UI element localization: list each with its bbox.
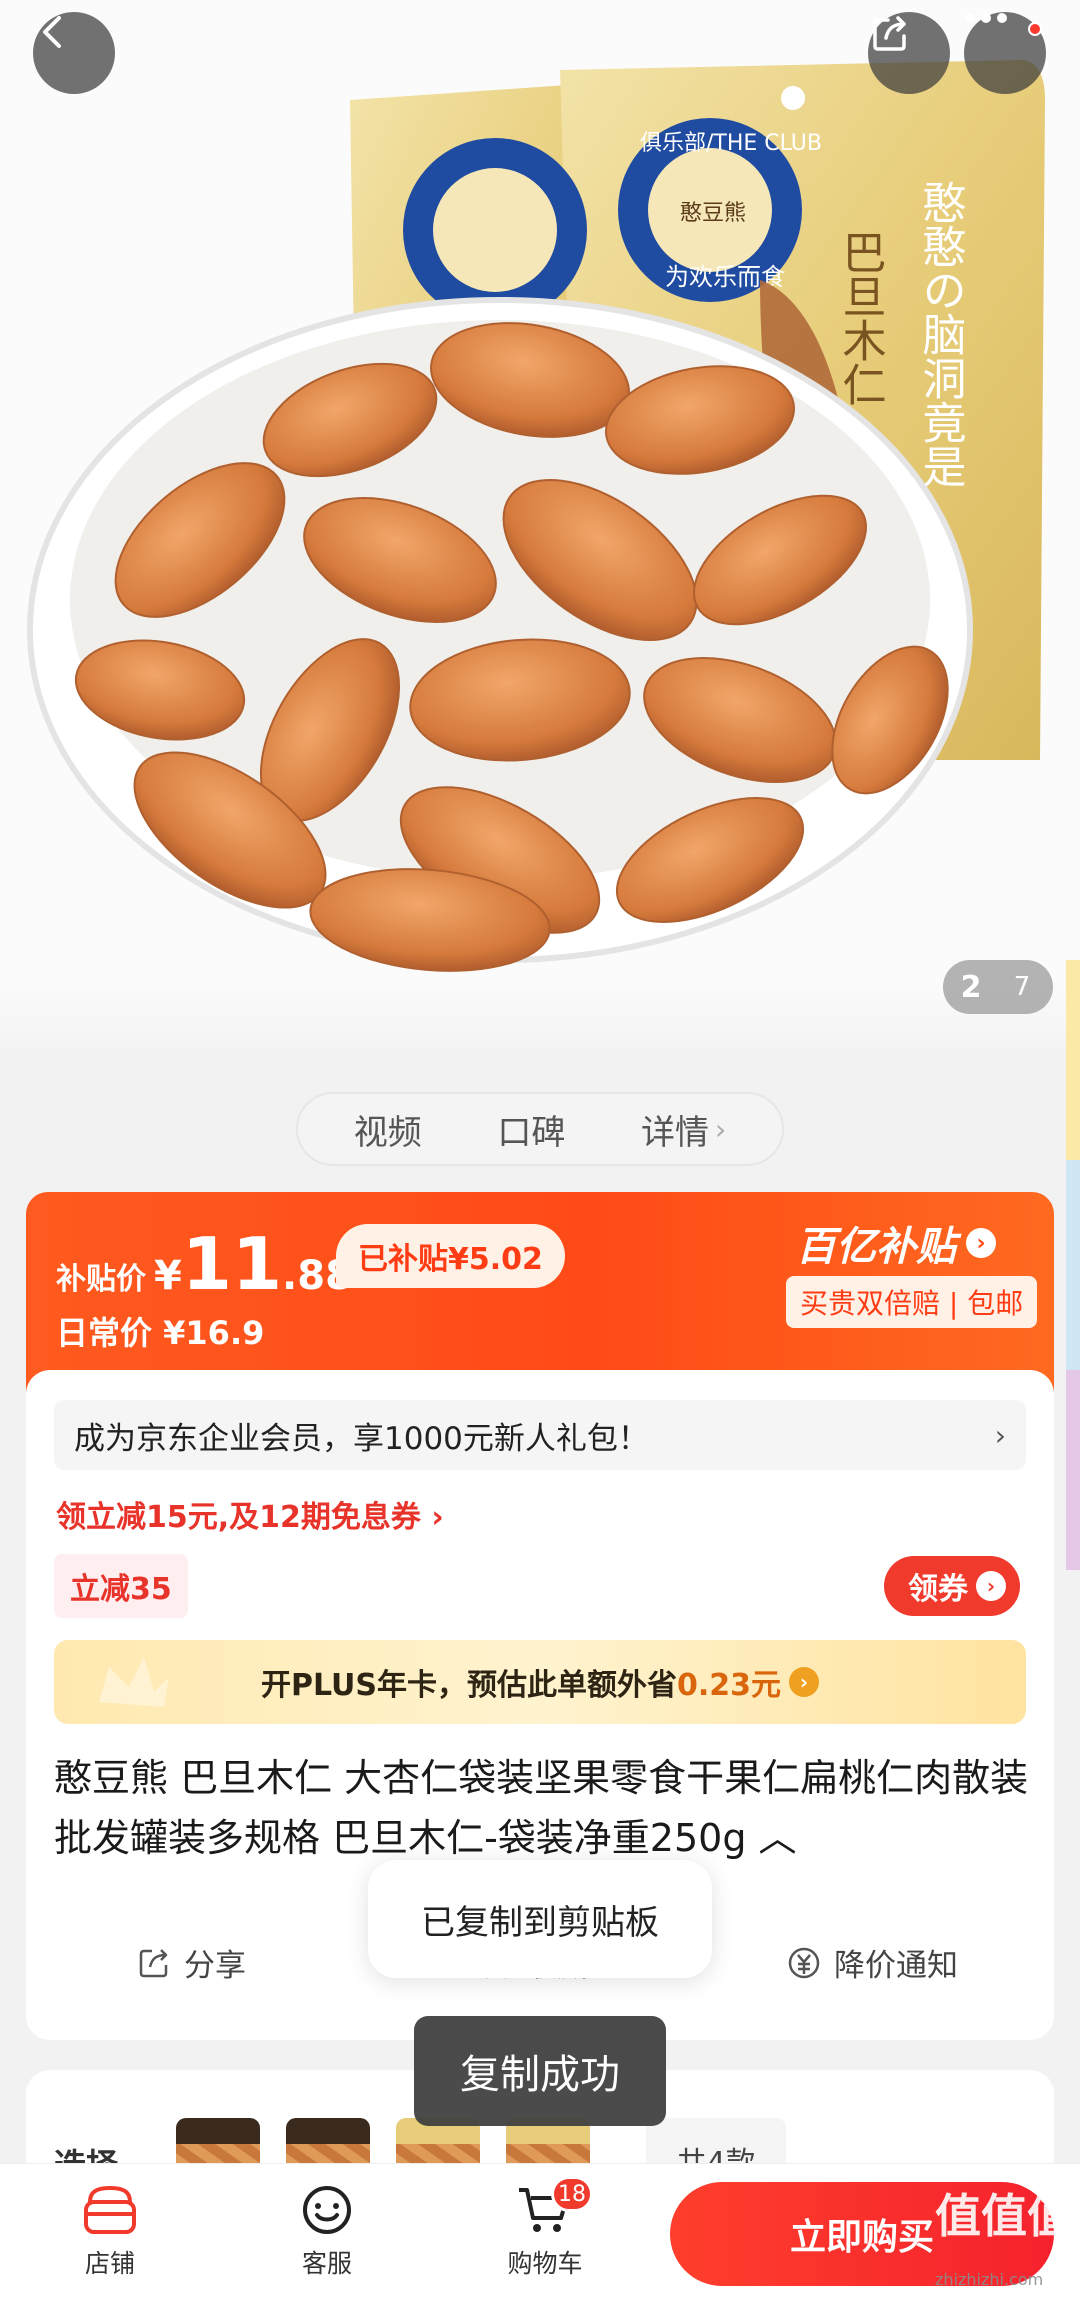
currency-symbol: ¥ — [154, 1253, 182, 1299]
customer-service-button[interactable]: 客服 — [257, 2184, 397, 2280]
chevron-right-icon: › — [789, 1667, 820, 1697]
bottom-action-bar: 店铺 客服 18 购物车 立即购买 — [0, 2163, 1080, 2303]
store-button[interactable]: 店铺 — [40, 2184, 180, 2280]
store-icon — [84, 2185, 136, 2234]
package-label-club: 俱乐部/THE CLUB — [640, 131, 822, 156]
side-strip-yellow — [1066, 960, 1080, 1160]
price-alert-action[interactable]: 降价通知 — [786, 1940, 958, 1985]
gallery-page-counter: 2 7 — [943, 960, 1053, 1014]
subsidy-price: 补贴价 ¥ 11 .88 — [56, 1228, 353, 1300]
customer-service-icon — [303, 2186, 351, 2234]
notification-dot — [1028, 22, 1042, 36]
coupon-offer-link[interactable]: 领立减15元,及12期免息券 › — [56, 1492, 444, 1536]
tab-details[interactable]: 详情 › — [641, 1105, 726, 1154]
enterprise-member-row[interactable]: 成为京东企业会员，享1000元新人礼包！ › — [54, 1400, 1026, 1470]
share-icon — [139, 1948, 168, 1977]
product-photo: 俱乐部/THE CLUB 为欢乐而食 憨豆熊 巴旦木仁 憨憨の脑洞竟是 — [27, 60, 1045, 972]
get-coupon-button[interactable]: 领券 › — [884, 1556, 1020, 1616]
package-label-name: 巴旦木仁 — [835, 230, 886, 406]
plus-crown-icon — [99, 1657, 169, 1707]
package-label-tagline: 憨憨の脑洞竟是 — [915, 180, 966, 488]
share-button[interactable] — [868, 12, 950, 94]
current-page: 2 — [960, 969, 982, 1005]
back-button[interactable] — [33, 12, 115, 94]
cart-button[interactable]: 18 购物车 — [475, 2176, 615, 2280]
subsidy-amount-tag: 已补贴¥5.02 — [336, 1224, 565, 1288]
product-title[interactable]: 憨豆熊 巴旦木仁 大杏仁袋装坚果零食干果仁扁桃仁肉散装批发罐装多规格 巴旦木仁-… — [54, 1748, 1034, 1868]
chevron-right-icon: › — [966, 1228, 996, 1258]
clipboard-toast: 已复制到剪贴板 — [368, 1860, 712, 1978]
side-strip-pink — [1066, 1370, 1080, 1570]
more-button[interactable] — [964, 12, 1046, 94]
watermark-site: zhizhizhi.com — [935, 2270, 1044, 2289]
content-tabs: 视频 口碑 详情 › — [296, 1092, 784, 1166]
chevron-right-icon: › — [994, 1418, 1006, 1452]
total-pages: 7 — [1013, 972, 1031, 1002]
product-image-gallery[interactable]: 俱乐部/THE CLUB 为欢乐而食 憨豆熊 巴旦木仁 憨憨の脑洞竟是 2 7 — [0, 0, 1080, 1060]
discount-tag: 立减35 — [54, 1554, 188, 1618]
side-strip-blue — [1066, 1160, 1080, 1370]
hero-fade — [0, 980, 1080, 1060]
billion-subsidy-guarantee: 买贵双倍赔 | 包邮 — [786, 1276, 1038, 1328]
price-integer: 11 — [181, 1222, 283, 1306]
package-label-brand: 憨豆熊 — [680, 201, 746, 226]
share-icon — [873, 16, 906, 51]
price-alert-icon — [788, 1947, 820, 1978]
plus-savings-amount: 0.23元 — [676, 1668, 782, 1703]
share-action[interactable]: 分享 — [136, 1940, 246, 1985]
subsidy-price-label: 补贴价 — [56, 1262, 146, 1297]
plus-membership-banner[interactable]: 开PLUS年卡，预估此单额外省 0.23元 › — [54, 1640, 1026, 1724]
tab-reviews[interactable]: 口碑 — [497, 1105, 565, 1154]
cart-count-badge: 18 — [551, 2176, 593, 2212]
enterprise-member-text: 成为京东企业会员，享1000元新人礼包！ — [74, 1420, 649, 1457]
chevron-right-icon: › — [976, 1571, 1006, 1601]
more-icon — [965, 13, 1007, 23]
billion-subsidy-logo[interactable]: 百亿补贴 › — [796, 1214, 996, 1272]
tab-video[interactable]: 视频 — [354, 1105, 422, 1154]
chevron-right-icon: › — [714, 1112, 727, 1146]
watermark-logo: 值值值 — [935, 2189, 1073, 2243]
copy-success-toast: 复制成功 — [414, 2016, 666, 2126]
chevron-left-icon — [43, 16, 61, 48]
daily-price: 日常价 ¥16.9 — [56, 1314, 265, 1352]
